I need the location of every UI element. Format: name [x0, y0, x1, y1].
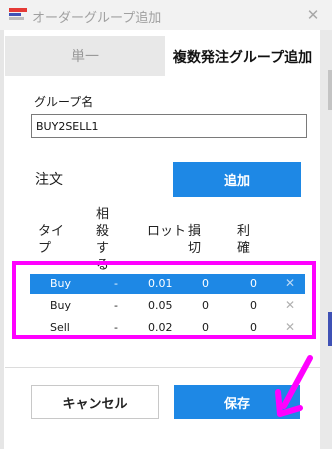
- tab-single[interactable]: 単一: [5, 36, 165, 76]
- annotation-arrow-icon: [275, 355, 313, 417]
- group-name-label: グループ名: [34, 95, 94, 109]
- row-type: Buy: [50, 277, 72, 290]
- row-take-profit: 0: [250, 299, 257, 312]
- window-left-edge: [0, 30, 4, 449]
- row-lot: 0.02: [148, 321, 173, 334]
- tab-single-label: 単一: [71, 49, 99, 65]
- group-name-input[interactable]: [31, 114, 307, 138]
- column-header-take-profit: 利確: [237, 224, 251, 256]
- column-header-offset: 相殺する: [96, 207, 110, 273]
- row-lot: 0.01: [148, 277, 173, 290]
- window-title: オーダーグループ追加: [32, 11, 162, 26]
- table-row[interactable]: Buy - 0.01 0 0 ✕: [30, 274, 305, 294]
- row-take-profit: 0: [250, 277, 257, 290]
- row-offset: -: [114, 277, 118, 290]
- row-stop-loss: 0: [202, 321, 209, 334]
- tab-multiple-order-group-label: 複数発注グループ追加: [172, 49, 313, 66]
- row-offset: -: [114, 299, 118, 312]
- row-take-profit: 0: [250, 321, 257, 334]
- row-stop-loss: 0: [202, 299, 209, 312]
- close-icon[interactable]: ✕: [300, 4, 326, 26]
- row-lot: 0.05: [148, 299, 173, 312]
- row-offset: -: [114, 321, 118, 334]
- table-row[interactable]: Buy - 0.05 0 0 ✕: [30, 296, 305, 316]
- table-row[interactable]: Sell - 0.02 0 0 ✕: [30, 318, 305, 338]
- tab-multiple-order-group[interactable]: 複数発注グループ追加: [165, 36, 320, 78]
- delete-row-icon[interactable]: ✕: [285, 276, 295, 290]
- title-bar: オーダーグループ追加 ✕: [0, 0, 332, 30]
- delete-row-icon[interactable]: ✕: [285, 298, 295, 312]
- row-type: Buy: [50, 299, 72, 312]
- cancel-button[interactable]: キャンセル: [31, 385, 159, 419]
- order-label: 注文: [35, 172, 63, 188]
- delete-row-icon[interactable]: ✕: [285, 320, 295, 334]
- app-icon: [9, 8, 27, 21]
- add-order-button[interactable]: 追加: [173, 162, 301, 197]
- row-stop-loss: 0: [202, 277, 209, 290]
- column-header-stop-loss: 損切: [188, 224, 202, 256]
- row-type: Sell: [50, 321, 70, 334]
- column-header-lot: ロット: [147, 224, 187, 239]
- column-header-type: タイプ: [38, 224, 65, 256]
